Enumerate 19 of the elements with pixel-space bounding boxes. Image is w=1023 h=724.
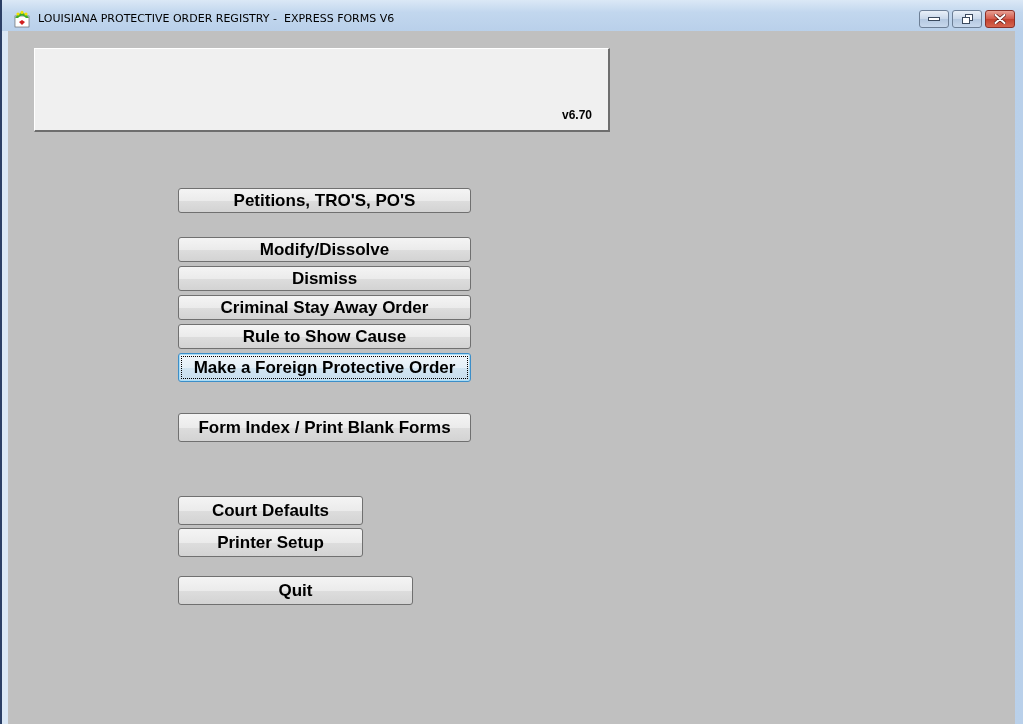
window-title: LOUISIANA PROTECTIVE ORDER REGISTRY - EXPRESS FORMS V6 [38,12,396,25]
menu-button[interactable]: Rule to Show Cause [178,324,471,349]
menu-button[interactable]: Petitions, TRO'S, PO'S [178,188,471,213]
restore-icon [961,13,973,24]
menu-button[interactable]: Dismiss [178,266,471,291]
menu-button[interactable]: Quit [178,576,413,605]
app-icon [14,9,30,28]
menu-button[interactable]: Court Defaults [178,496,363,525]
menu-button[interactable]: Criminal Stay Away Order [178,295,471,320]
menu-button[interactable]: Printer Setup [178,528,363,557]
version-label: v6.70 [561,108,592,122]
minimize-button[interactable] [919,9,949,28]
minimize-icon [928,16,940,21]
close-button[interactable] [985,9,1015,28]
menu-button[interactable]: Make a Foreign Protective Order [178,353,471,382]
menu-button[interactable]: Form Index / Print Blank Forms [178,413,471,442]
menu-button[interactable]: Modify/Dissolve [178,237,471,262]
restore-button[interactable] [952,9,982,28]
close-icon [994,13,1006,24]
